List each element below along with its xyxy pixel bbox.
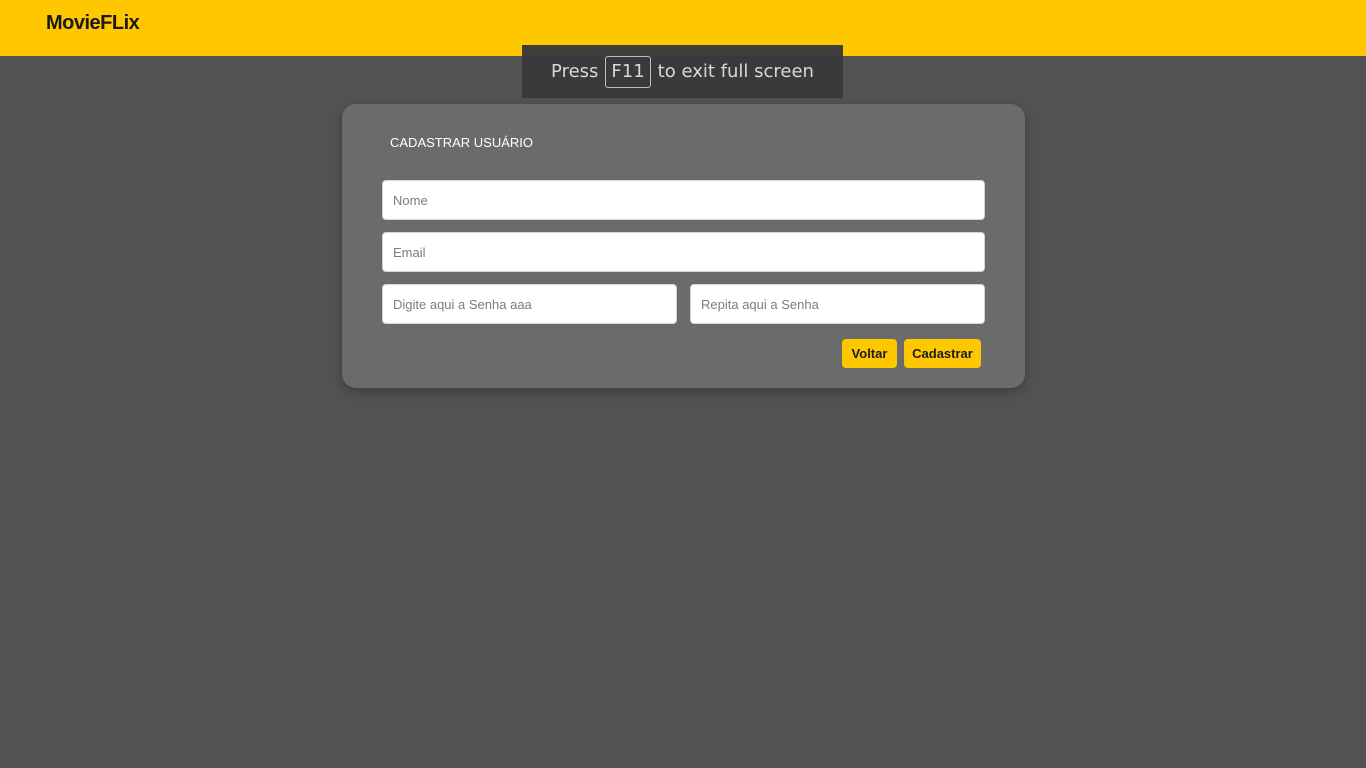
fullscreen-notice-suffix: to exit full screen	[657, 61, 814, 82]
brand-logo-link[interactable]: MovieFLix	[46, 12, 140, 35]
register-button[interactable]: Cadastrar	[904, 339, 981, 368]
fullscreen-notice-prefix: Press	[551, 61, 599, 82]
email-input[interactable]	[382, 232, 985, 272]
password-input[interactable]	[382, 284, 677, 324]
register-user-card: CADASTRAR USUÁRIO Voltar Cadastrar	[342, 104, 1025, 388]
back-button[interactable]: Voltar	[842, 339, 897, 368]
name-input[interactable]	[382, 180, 985, 220]
form-title: CADASTRAR USUÁRIO	[390, 135, 534, 150]
repeat-password-input[interactable]	[690, 284, 985, 324]
fullscreen-notice: Press F11 to exit full screen	[522, 45, 843, 98]
f11-key-badge: F11	[605, 55, 651, 88]
